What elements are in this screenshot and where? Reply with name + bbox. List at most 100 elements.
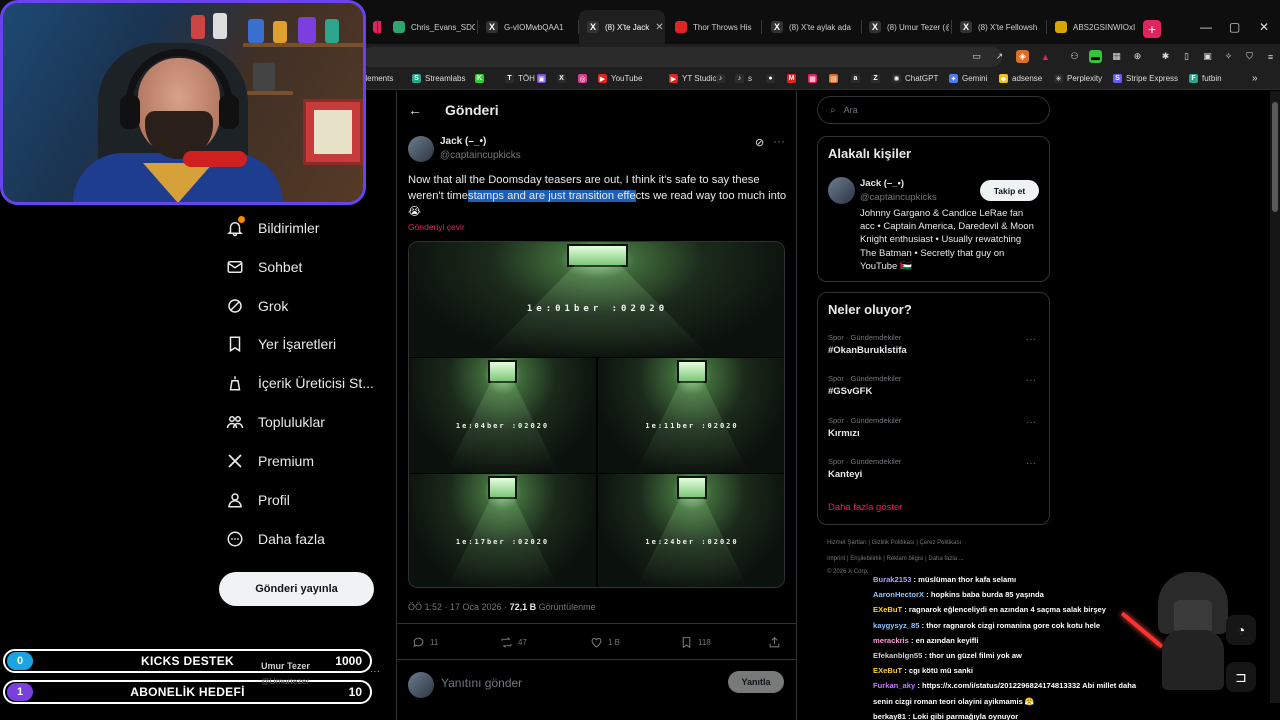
bookmark-item[interactable]: ♪ (716, 74, 729, 83)
bookmark-item[interactable]: S Stripe Express (1113, 74, 1178, 83)
bookmark-favicon-icon: ▤ (829, 74, 838, 83)
trend-item[interactable]: Spor · Gündemdekiler Kırmızı (828, 416, 901, 439)
bookmark-item[interactable]: ✳ Perplexity (1054, 74, 1102, 83)
bookmark-item[interactable]: ▶ YouTube (598, 74, 642, 83)
bookmark-item[interactable]: ▣ (537, 74, 550, 83)
repost-button[interactable]: 47 (500, 636, 527, 649)
bookmark-favicon-icon: F (1189, 74, 1198, 83)
trend-more-icon[interactable]: ··· (1026, 375, 1036, 386)
trend-more-icon[interactable]: ··· (1026, 458, 1036, 469)
leo-ai-icon[interactable]: ✧ (1222, 50, 1235, 63)
rewards-icon[interactable]: ▲ (1039, 50, 1052, 63)
back-arrow-icon[interactable]: ← (408, 102, 422, 118)
browser-tab[interactable]: X (8) X'te aylak ada (763, 10, 859, 44)
vpn-icon[interactable]: ⛉ (1243, 50, 1256, 63)
footer-links-1[interactable]: Hizmet Şartları | Gizlilik Politikası | … (827, 540, 961, 546)
trend-item[interactable]: Spor · Gündemdekiler #OkanBurukİstifa (828, 333, 907, 356)
minimize-icon[interactable]: — (1200, 20, 1212, 34)
bookmark-item[interactable]: M (787, 74, 800, 83)
nav-item-creator-studio[interactable]: İçerik Üreticisi St... (226, 374, 374, 392)
nav-item-more-circle[interactable]: Daha fazla (226, 530, 325, 548)
bookmark-item[interactable]: K (475, 74, 488, 83)
trend-more-icon[interactable]: ··· (1026, 334, 1036, 345)
maximize-icon[interactable]: ▢ (1229, 20, 1240, 34)
translate-link[interactable]: Gönderiyi çevir (408, 222, 465, 232)
search-input[interactable]: ⌕ Ara (817, 96, 1050, 124)
reply-button[interactable]: 11 (412, 636, 438, 649)
bookmark-item[interactable]: ● (766, 74, 779, 83)
trend-item[interactable]: Spor · Gündemdekiler Kanteyi (828, 457, 901, 480)
reply-input[interactable]: Yanıtını gönder (441, 676, 522, 690)
grok-icon[interactable]: ⊘ (755, 136, 764, 149)
tweet-author-name[interactable]: Jack (–_•) (440, 136, 486, 147)
scrollbar-thumb[interactable] (1272, 102, 1278, 212)
brave-shield-icon[interactable]: ◈ (1016, 50, 1029, 63)
bookmark-item[interactable]: S Streamlabs (412, 74, 465, 83)
bookmark-item[interactable]: T TÖH (505, 74, 535, 83)
show-more-link[interactable]: Daha fazla göster (828, 502, 902, 513)
like-button[interactable]: 1 B (590, 636, 620, 649)
nav-item-x-logo[interactable]: Premium (226, 452, 314, 470)
bookmark-item[interactable]: ◎ (578, 74, 591, 83)
browser-tab[interactable]: X (8) X'te Jack ✕ (579, 10, 665, 44)
tab-title: (8) X'te aylak ada (789, 22, 852, 32)
nav-item-communities[interactable]: Topluluklar (226, 413, 325, 431)
trend-more-icon[interactable]: ··· (1026, 417, 1036, 428)
follow-button[interactable]: Takip et (980, 180, 1039, 201)
browser-tab[interactable]: X (8) Umur Tezer (@ (861, 10, 949, 44)
browser-tab[interactable]: X (8) X'te Fellowsh (952, 10, 1044, 44)
bookmark-favicon-icon: ♪ (716, 74, 725, 83)
post-button[interactable]: Gönderi yayınla (219, 572, 374, 606)
bookmark-item[interactable]: ✺ ChatGPT (892, 74, 938, 83)
bookmark-item[interactable]: ▦ (808, 74, 821, 83)
relevant-avatar[interactable] (828, 177, 855, 204)
trend-item[interactable]: Spor · Gündemdekiler #GSvGFK (828, 374, 901, 397)
footer-links-2[interactable]: Imprint | Erişilebilirlik | Reklam bilgi… (827, 556, 964, 562)
sidebar-toggle-icon[interactable]: ▯ (1180, 50, 1193, 63)
extensions-puzzle-icon[interactable]: ✱ (1159, 50, 1172, 63)
more-options-icon[interactable]: ··· (773, 134, 785, 148)
bookmarks-overflow-icon[interactable]: » (1252, 73, 1258, 84)
bookmark-item[interactable]: ▤ (829, 74, 842, 83)
bookmark-item[interactable]: ◆ adsense (999, 74, 1042, 83)
extension-icon-2[interactable]: ▬ (1089, 50, 1102, 63)
tweet-author-handle[interactable]: @captaincupkicks (440, 150, 521, 161)
bookmark-item[interactable]: ♪ s (735, 74, 752, 83)
share-icon[interactable]: ↗ (993, 50, 1006, 63)
relevant-name[interactable]: Jack (–_•) (860, 178, 904, 189)
install-app-icon[interactable]: ▭ (970, 50, 983, 63)
tweet-image[interactable]: 1e:01ber :02020 1e:04ber :02020 1e:11ber… (408, 241, 785, 588)
share-button[interactable] (768, 636, 781, 649)
bookmark-favicon-icon: ✦ (949, 74, 958, 83)
bookmark-item[interactable]: a (851, 74, 864, 83)
bookmark-item[interactable]: F futbin (1189, 74, 1222, 83)
url-field[interactable] (362, 47, 1002, 67)
browser-tab[interactable]: ABS2GSINWIOxI (1047, 10, 1139, 44)
extension-icon-1[interactable]: ⚇ (1068, 50, 1081, 63)
new-tab-button[interactable]: + (1143, 20, 1161, 38)
author-avatar[interactable] (408, 136, 434, 162)
nav-item-bookmark[interactable]: Yer İşaretleri (226, 335, 336, 353)
extension-icon-3[interactable]: ▦ (1110, 50, 1123, 63)
menu-icon[interactable]: ≡ (1264, 50, 1277, 63)
divider (396, 623, 797, 624)
reply-submit-button[interactable]: Yanıtla (728, 671, 784, 693)
browser-tab[interactable]: Thor Throws His (667, 10, 759, 44)
bookmark-item[interactable]: X (557, 74, 570, 83)
close-window-icon[interactable]: ✕ (1259, 20, 1269, 34)
bookmark-item[interactable]: Z (871, 74, 884, 83)
bookmark-item[interactable]: ✦ Gemini (949, 74, 987, 83)
bookmark-item[interactable]: ▶ YT Studio (669, 74, 717, 83)
bookmark-button[interactable]: 118 (680, 636, 711, 649)
relevant-handle[interactable]: @captaincupkicks (860, 192, 937, 203)
tab-favicon-icon: X (869, 21, 881, 33)
close-tab-icon[interactable]: ✕ (655, 22, 663, 33)
nav-item-profile[interactable]: Profil (226, 491, 290, 509)
nav-item-grok[interactable]: Grok (226, 297, 288, 315)
browser-tab[interactable]: Chris_Evans_SDC (385, 10, 475, 44)
wallet-icon[interactable]: ▣ (1201, 50, 1214, 63)
extension-icon-4[interactable]: ⊕ (1131, 50, 1144, 63)
browser-tab[interactable]: p (365, 10, 381, 44)
browser-tab[interactable]: X G-vIOMwbQAA1 (478, 10, 576, 44)
nav-item-mail[interactable]: Sohbet (226, 258, 302, 276)
